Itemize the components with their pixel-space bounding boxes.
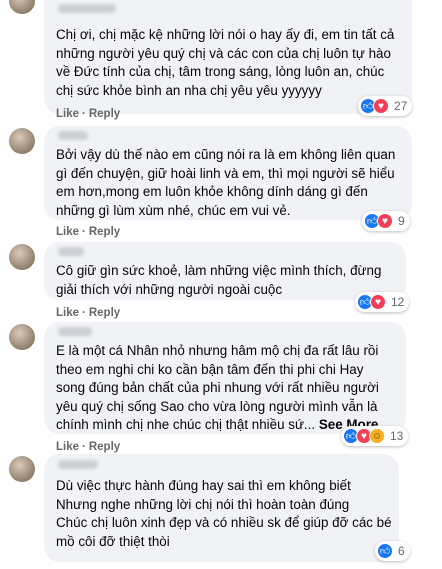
separator: · (82, 441, 86, 453)
separator: · (82, 307, 86, 319)
comment-line-with-see-more: chính mình chị nhe chúc chị thật nhiều s… (56, 416, 379, 435)
avatar[interactable] (9, 0, 35, 14)
reaction-summary[interactable]: 👍︎ 6 (375, 541, 410, 561)
like-reaction-icon: 👍︎ (377, 543, 393, 559)
avatar[interactable] (9, 128, 35, 154)
comment-line: chính mình chị nhe chúc chị thật nhiều s… (56, 417, 316, 433)
comment-text: Cô giữ gìn sức khoẻ, làm những việc mình… (56, 262, 381, 299)
commenter-name-blurred[interactable] (58, 4, 116, 13)
separator: · (82, 226, 86, 238)
avatar[interactable] (9, 244, 35, 270)
reaction-summary[interactable]: 👍︎ ♥ 9 (362, 211, 410, 231)
love-reaction-icon: ♥ (370, 294, 386, 310)
comment-line: Chúc chị luôn xinh đẹp và có nhiều sk để… (56, 515, 392, 531)
commenter-name-blurred[interactable] (58, 327, 92, 336)
comment-actions: Like · Reply (56, 226, 120, 238)
comment-text: E là một cá Nhân nhỏ nhưng hâm mộ chị đa… (56, 342, 379, 435)
comment-line: Nhưng nghe những lời chị nói thì hoàn to… (56, 496, 350, 512)
comment-line: E là một cá Nhân nhỏ nhưng hâm mộ chị đa… (56, 343, 379, 358)
comment-line: em hơn,mong em luôn khỏe không dính dáng… (56, 184, 368, 200)
comment-actions: Like · Reply (56, 108, 120, 120)
reply-button[interactable]: Reply (89, 307, 120, 319)
reaction-count: 27 (394, 99, 408, 113)
avatar[interactable] (9, 456, 35, 482)
reaction-count: 13 (390, 429, 404, 443)
comment-actions: Like · Reply (56, 307, 120, 319)
reply-button[interactable]: Reply (89, 108, 120, 120)
reaction-count: 9 (398, 214, 405, 228)
like-button[interactable]: Like (56, 108, 79, 120)
reaction-count: 12 (391, 295, 405, 309)
commenter-name-blurred[interactable] (58, 247, 84, 256)
comment-line: Bởi vậy dù thế nào em cũng nói ra là em … (56, 147, 396, 162)
comment-line: chị sức khỏe bình an nha chị yêu yêu yyy… (56, 82, 322, 98)
love-reaction-icon: ♥ (377, 213, 393, 229)
haha-reaction-icon: ☺ (369, 428, 385, 444)
comment-line: yêu quý chị sống Sao cho vừa lòng người … (56, 398, 378, 414)
comment-text: Chị ơi, chị mặc kệ những lời nói o hay ấ… (56, 26, 394, 100)
like-button[interactable]: Like (56, 226, 79, 238)
comment-line: mồ côi đỡ thiệt thòi (56, 533, 170, 549)
love-reaction-icon: ♥ (373, 98, 389, 114)
like-button[interactable]: Like (56, 307, 79, 319)
comment-line: Cô giữ gìn sức khoẻ, làm những việc mình… (56, 263, 382, 278)
reply-button[interactable]: Reply (89, 226, 120, 238)
comment-line: những gì lùm xùm nhé, chúc em vui vẻ. (56, 202, 291, 218)
comment-text: Dù việc thực hành đúng hay sai thì em kh… (56, 477, 392, 551)
reaction-summary[interactable]: 👍︎ ♥ 12 (355, 292, 410, 312)
reply-button[interactable]: Reply (89, 441, 120, 453)
avatar[interactable] (9, 324, 35, 350)
comment-text: Bởi vậy dù thế nào em cũng nói ra là em … (56, 146, 395, 220)
commenter-name-blurred[interactable] (58, 131, 88, 140)
comment-line: về Đức tính của chị, tâm trong sáng, lòn… (56, 64, 385, 80)
comment-line: song đúng bản chất của phi nhung với rất… (56, 380, 379, 396)
comment-line: theo em nghi chi ko cần bận tâm đến thi … (56, 361, 364, 377)
reaction-summary[interactable]: 👍︎ ♥ ☺ 13 (341, 426, 409, 446)
reaction-count: 6 (398, 544, 405, 558)
comment-line: những người yêu quý chị và các con của c… (56, 45, 391, 61)
comment-line: gì đến chuyện, giữ hoài linh và em, thì … (56, 165, 395, 181)
comment-actions: Like · Reply (56, 441, 120, 453)
comment-line: Chị ơi, chị mặc kệ những lời nói o hay ấ… (56, 27, 395, 42)
commenter-name-blurred[interactable] (58, 460, 98, 469)
comment-line: giải thích với những người ngoài cuộc (56, 281, 283, 297)
separator: · (82, 108, 86, 120)
comment-line: Dù việc thực hành đúng hay sai thì em kh… (56, 478, 351, 493)
reaction-summary[interactable]: 👍︎ ♥ 27 (358, 96, 413, 116)
like-button[interactable]: Like (56, 441, 79, 453)
